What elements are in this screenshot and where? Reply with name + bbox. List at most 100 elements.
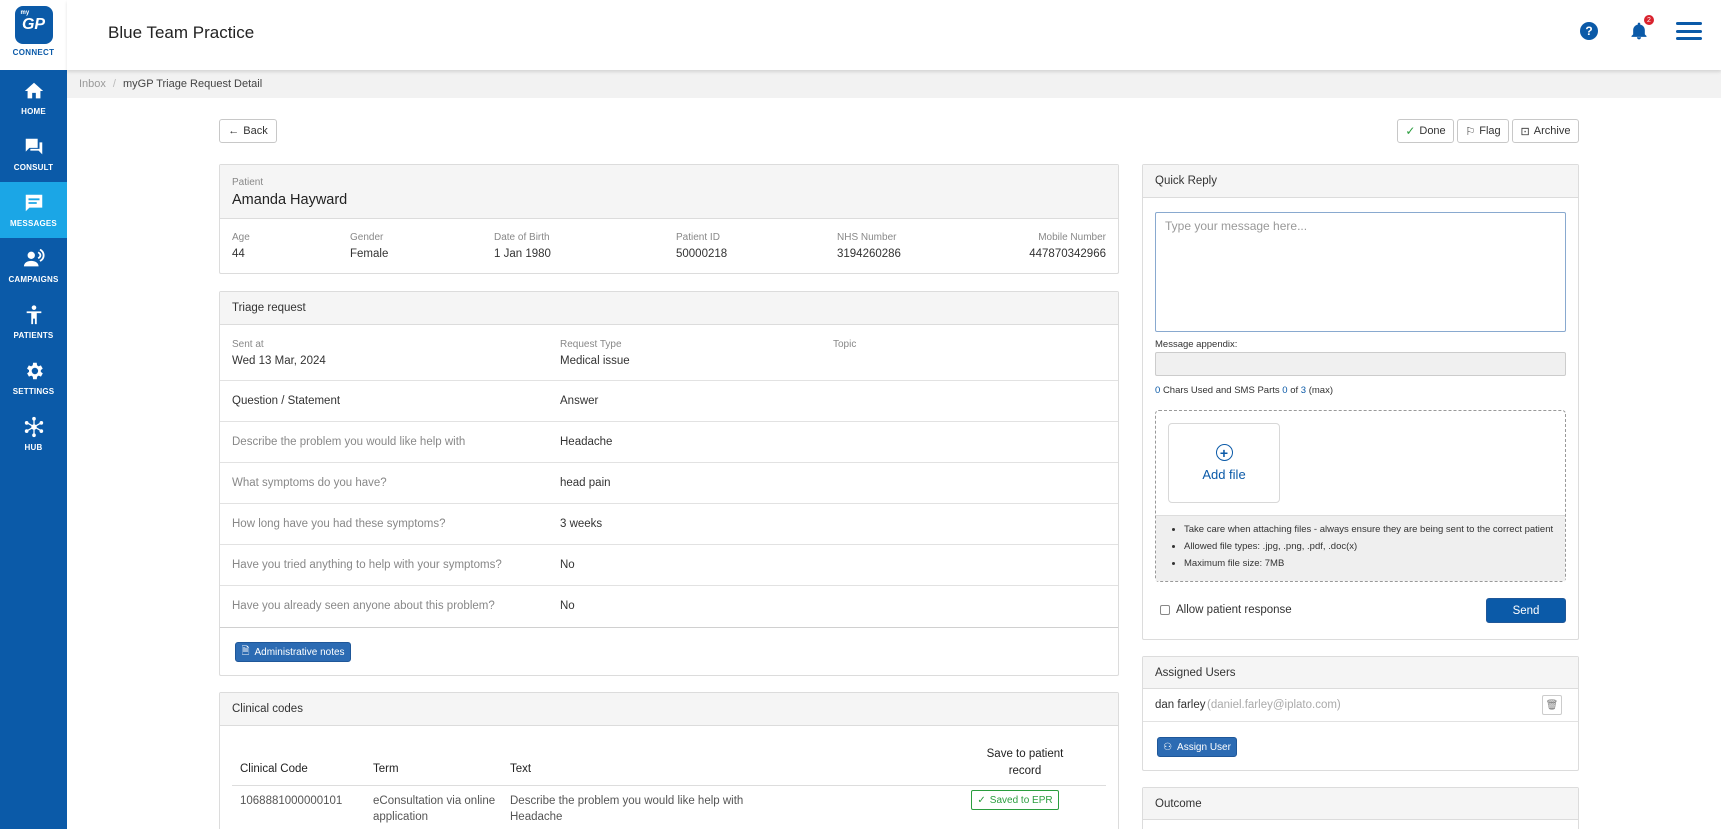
notification-badge: 2 (1644, 15, 1654, 25)
request-type-value: Medical issue (560, 355, 630, 367)
done-button[interactable]: ✓ Done (1397, 119, 1454, 143)
logo-area[interactable]: my GP CONNECT (0, 0, 67, 70)
notification-bell-icon[interactable]: 2 (1629, 15, 1654, 44)
logo-small-text: my (20, 10, 30, 16)
assign-user-label: Assign User (1177, 741, 1231, 753)
hub-icon (24, 416, 43, 438)
assigned-users-title: Assigned Users (1155, 666, 1236, 679)
triage-card-header: Triage request (220, 292, 1118, 325)
chars-used-text: Chars Used and SMS Parts (1162, 385, 1280, 396)
flag-button[interactable]: ⚐ Flag (1457, 119, 1509, 143)
add-user-icon: ⚇ (1163, 741, 1173, 753)
answer-text: 3 weeks (560, 518, 603, 530)
menu-bar (1676, 37, 1702, 40)
flag-icon: ⚐ (1465, 125, 1476, 138)
archive-button[interactable]: ⊡ Archive (1512, 119, 1579, 143)
nav-settings-label: SETTINGS (12, 387, 55, 396)
triage-question-row: Have you tried anything to help with you… (220, 544, 1118, 585)
nav-hub[interactable]: HUB (0, 406, 67, 462)
outcome-header: Outcome (1143, 788, 1578, 820)
admin-notes-row: 🗎 Administrative notes (220, 627, 1118, 677)
nav-messages[interactable]: MESSAGES (0, 182, 67, 238)
check-icon: ✓ (1405, 124, 1416, 138)
assigned-user-email: (daniel.farley@iplato.com) (1207, 699, 1341, 711)
assigned-users-header: Assigned Users (1143, 657, 1578, 689)
nav-home-label: HOME (21, 107, 46, 116)
breadcrumb-inbox-link[interactable]: Inbox (79, 78, 106, 90)
dob-value: 1 Jan 1980 (494, 248, 551, 260)
sent-at-value: Wed 13 Mar, 2024 (232, 355, 326, 367)
answer-text: head pain (560, 477, 611, 489)
text-column-header: Text (510, 763, 532, 775)
plus-circle-icon: + (1215, 444, 1233, 461)
text-cell: Describe the problem you would like help… (510, 795, 744, 823)
home-icon (24, 82, 43, 99)
back-button[interactable]: ← Back (219, 119, 277, 143)
quick-reply-title: Quick Reply (1155, 175, 1217, 187)
clinical-code-cell: 1068881000000101 (240, 795, 343, 807)
quick-reply-card: Quick Reply Type your message here... Me… (1142, 164, 1579, 640)
menu-bar (1676, 29, 1702, 33)
back-button-label: Back (243, 125, 268, 137)
clinical-codes-card: Clinical codes Clinical Code Term Text S… (219, 692, 1119, 829)
chars-used-count: 0 (1155, 385, 1161, 396)
question-column-header: Question / Statement (232, 395, 341, 407)
message-appendix-label: Message appendix: (1155, 339, 1238, 350)
flag-button-label: Flag (1479, 125, 1501, 137)
send-button[interactable]: Send (1486, 598, 1566, 623)
administrative-notes-button[interactable]: 🗎 Administrative notes (235, 642, 351, 662)
question-header-row: Question / Statement Answer (220, 380, 1118, 421)
patient-card: Patient Amanda Hayward Age 44 Gender Fem… (219, 164, 1119, 274)
question-text: Have you already seen anyone about this … (232, 600, 495, 612)
clinical-codes-header: Clinical codes (220, 693, 1118, 726)
patient-header: Patient Amanda Hayward (220, 165, 1118, 219)
nav-consult-label: CONSULT (13, 163, 54, 172)
question-text: Have you tried anything to help with you… (232, 559, 502, 571)
file-attachment-notes: Take care when attaching files - always … (1156, 515, 1565, 581)
sms-counter: 0 Chars Used and SMS Parts 0 of 3 (max) (1155, 385, 1333, 396)
menu-bar (1676, 22, 1702, 25)
breadcrumb-separator: / (112, 78, 116, 90)
assigned-user-name: dan farley (1155, 699, 1206, 711)
nav-patients[interactable]: PATIENTS (0, 294, 67, 350)
dob-label: Date of Birth (494, 232, 550, 243)
person-icon (26, 305, 41, 325)
help-icon[interactable]: ? (1580, 22, 1598, 40)
save-to-record-column-header: Save to patient record (986, 748, 1064, 777)
nav-settings[interactable]: SETTINGS (0, 350, 67, 406)
outcome-card: Outcome (1142, 787, 1579, 829)
nav-campaigns[interactable]: CAMPAIGNS (0, 238, 67, 294)
archive-button-label: Archive (1533, 125, 1571, 137)
logo-subtitle: CONNECT (12, 48, 55, 57)
patient-name: Amanda Hayward (232, 192, 348, 208)
patient-section-label: Patient (232, 177, 264, 188)
sidebar: my GP CONNECT HOME CONSULT MESSAGES CAMP… (0, 0, 67, 829)
answer-text: No (560, 559, 575, 571)
assign-user-button[interactable]: ⚇ Assign User (1157, 737, 1237, 757)
triage-question-row: Describe the problem you would like help… (220, 421, 1118, 462)
nav-campaigns-label: CAMPAIGNS (8, 275, 59, 284)
nav-home[interactable]: HOME (0, 70, 67, 126)
message-icon (25, 194, 42, 212)
triage-question-row: Have you already seen anyone about this … (220, 585, 1118, 626)
file-dropzone[interactable]: + Add file Take care when attaching file… (1155, 410, 1566, 582)
quick-reply-header: Quick Reply (1143, 165, 1578, 198)
question-text: How long have you had these symptoms? (232, 518, 446, 530)
remove-user-trash-icon[interactable]: 🗑 (1542, 695, 1562, 715)
campaign-icon (23, 248, 45, 267)
allow-patient-response[interactable]: Allow patient response (1160, 604, 1292, 616)
allow-response-checkbox[interactable] (1160, 605, 1170, 615)
sms-parts-max: 3 (1300, 385, 1307, 396)
add-file-button[interactable]: + Add file (1168, 423, 1280, 503)
message-textarea[interactable]: Type your message here... (1155, 212, 1566, 332)
message-appendix-field[interactable] (1155, 352, 1566, 376)
hamburger-menu-icon[interactable] (1676, 22, 1702, 40)
term-cell: eConsultation via online application (373, 795, 496, 823)
answer-text: Headache (560, 436, 613, 448)
nav-consult[interactable]: CONSULT (0, 126, 67, 182)
send-button-label: Send (1512, 604, 1540, 617)
message-placeholder: Type your message here... (1165, 219, 1308, 233)
logo-text: GP (21, 16, 46, 33)
nav-messages-label: MESSAGES (10, 219, 57, 228)
triage-question-row: What symptoms do you have? head pain (220, 462, 1118, 503)
